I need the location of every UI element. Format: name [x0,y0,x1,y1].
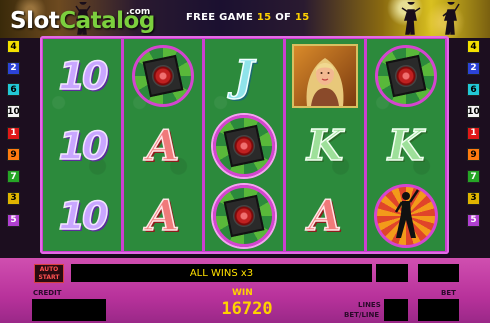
bet-display [418,264,459,282]
free-game-of-label: OF [275,12,292,23]
speaker-icon [375,45,437,107]
bet-per-line-label: BET/LINE [344,311,380,319]
reel-cell: K [286,111,364,181]
dancer-scatter-icon [374,184,438,248]
payline-markers-left: 4 2 6 10 1 9 7 3 5 [7,40,22,235]
speaker-icon [213,185,275,247]
reel-cell [367,41,445,111]
payline-marker: 4 [7,40,20,53]
symbol-ten: 10 [58,193,109,239]
payline-marker: 10 [467,105,480,119]
credit-label: CREDIT [33,289,62,297]
symbol-ace: A [146,191,180,240]
payline-marker: 9 [467,148,480,162]
dancer-silhouette-icon [401,2,421,35]
bet-per-line-display [384,299,408,321]
reel-1: 10 10 10 [43,39,121,251]
payline-marker: 5 [467,213,480,227]
auto-label: AUTO [39,266,59,273]
free-game-current: 15 [256,12,272,23]
logo-domain: .com [126,7,151,17]
reel-cell [205,181,283,251]
speaker-icon [213,115,275,177]
reel-cell: A [124,181,202,251]
payline-marker: 6 [467,83,480,97]
lines-display [376,264,408,282]
reel-cell: 10 [43,181,121,251]
payline-marker: 4 [467,40,480,53]
total-bet-display [418,299,459,321]
reel-cell: J [205,41,283,111]
free-game-total: 15 [294,12,310,23]
payline-marker: 7 [7,170,20,184]
reel-4: K A [286,39,364,251]
win-label: WIN [232,288,253,298]
reel-cell: 10 [43,41,121,111]
message-bar: ALL WINS x3 [71,264,372,282]
symbol-king: K [387,121,425,170]
payline-marker: 5 [7,213,20,227]
reel-cell: A [286,181,364,251]
diva-portrait-icon [292,44,358,108]
payline-marker: 3 [7,191,20,205]
dancer-silhouette-icon [442,2,460,35]
reel-cell [205,111,283,181]
payline-markers-right: 4 2 6 10 1 9 7 3 5 [467,40,482,235]
payline-marker: 2 [7,61,20,75]
message-text: ALL WINS x3 [189,267,254,279]
reel-cell [286,41,364,111]
auto-start-button[interactable]: AUTO START [34,264,64,283]
start-label: START [38,274,60,281]
bet-label: BET [441,289,456,297]
free-game-label: FREE GAME [186,12,254,23]
reel-cell: A [124,111,202,181]
reel-cell: 10 [43,111,121,181]
reel-cell [124,41,202,111]
payline-marker: 9 [7,148,20,162]
win-value: 16720 [221,299,273,319]
reel-2: A A [124,39,202,251]
reel-frame: 10 10 10 A A J K A K [40,36,449,254]
symbol-ace: A [146,121,180,170]
reel-3: J [205,39,283,251]
payline-marker: 1 [467,126,480,140]
symbol-jack: J [233,51,254,100]
reel-5: K [367,39,445,251]
symbol-king: K [306,121,344,170]
speaker-icon [132,45,194,107]
free-game-counter: FREE GAME 15 OF 15 [186,12,310,23]
payline-marker: 1 [7,126,20,140]
reel-cell [367,181,445,251]
lines-label: LINES [358,301,381,309]
payline-marker: 6 [7,83,20,97]
reel-cell: K [367,111,445,181]
payline-marker: 7 [467,170,480,184]
payline-marker: 3 [467,191,480,205]
symbol-ten: 10 [58,53,109,99]
payline-marker: 2 [467,61,480,75]
payline-marker: 10 [7,105,20,119]
credit-display [32,299,106,321]
symbol-ace: A [308,191,342,240]
logo-part-slot: Slot [10,8,60,34]
symbol-ten: 10 [58,123,109,169]
